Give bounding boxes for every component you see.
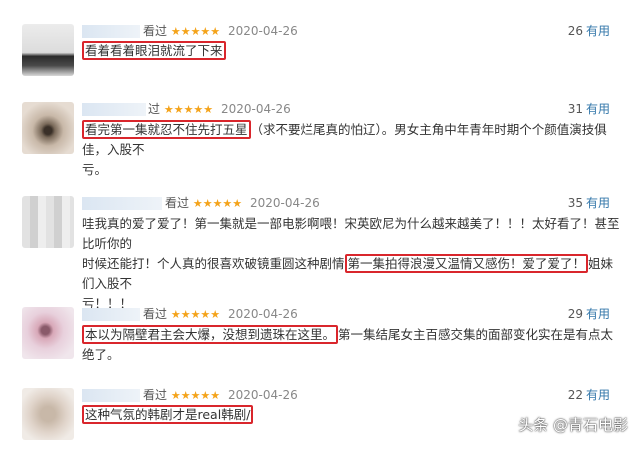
useful-count: 22	[567, 388, 583, 402]
username-blurred[interactable]	[82, 389, 140, 402]
username-blurred[interactable]	[82, 308, 140, 321]
review-text: 本以为隔壁君主会大爆，没想到遗珠在这里。 第一集结尾女主百感交集的面部变化实在是有…	[82, 325, 622, 365]
watermark-text: 头条 @青石电影	[518, 416, 628, 434]
review-text: 这种气氛的韩剧才是real韩剧/	[82, 405, 254, 425]
rating-stars: ★★★★★	[170, 308, 221, 321]
review-text-line2-pre: 时候还能打！个人真的很喜欢破镜重圆这种剧情	[82, 256, 345, 271]
review-meta: 看过 ★★★★★ 2020-04-26	[143, 307, 298, 322]
avatar[interactable]	[22, 307, 74, 359]
highlighted-quote: 看着看着眼泪就流了下来	[82, 41, 226, 60]
review-date: 2020-04-26	[220, 102, 291, 116]
username-blurred[interactable]	[82, 103, 146, 116]
review-date: 2020-04-26	[227, 307, 298, 321]
rating-stars: ★★★★★	[170, 389, 221, 402]
useful-button[interactable]: 有用	[586, 196, 610, 210]
useful-count: 35	[567, 196, 583, 210]
username-blurred[interactable]	[82, 197, 162, 210]
review-meta: 看过 ★★★★★ 2020-04-26	[143, 24, 298, 39]
avatar[interactable]	[22, 102, 74, 154]
seen-label: 看过	[143, 307, 168, 321]
review-text: 看着看着眼泪就流了下来	[82, 41, 226, 61]
highlighted-quote: 本以为隔壁君主会大爆，没想到遗珠在这里。	[82, 325, 339, 344]
seen-label: 过	[148, 102, 161, 116]
seen-label: 看过	[143, 388, 168, 402]
review-meta: 看过 ★★★★★ 2020-04-26	[165, 196, 320, 211]
review-meta: 过 ★★★★★ 2020-04-26	[148, 102, 291, 117]
useful-button[interactable]: 有用	[586, 307, 610, 321]
avatar[interactable]	[22, 388, 74, 440]
useful-vote: 31 有用	[568, 102, 610, 117]
highlighted-quote: 看完第一集就忍不住先打五星	[82, 120, 251, 139]
useful-vote: 22 有用	[568, 388, 610, 403]
avatar[interactable]	[22, 196, 74, 248]
useful-button[interactable]: 有用	[586, 102, 610, 116]
rating-stars: ★★★★★	[163, 103, 214, 116]
review-date: 2020-04-26	[249, 196, 320, 210]
review-date: 2020-04-26	[227, 24, 298, 38]
useful-vote: 35 有用	[568, 196, 610, 211]
review-text: 哇我真的爱了爱了！第一集就是一部电影啊喂！宋英欧尼为什么越来越美了！！！太好看了…	[82, 214, 622, 314]
useful-count: 31	[567, 102, 583, 116]
useful-vote: 29 有用	[568, 307, 610, 322]
username-blurred[interactable]	[82, 25, 140, 38]
useful-vote: 26 有用	[568, 24, 610, 39]
useful-count: 26	[567, 24, 583, 38]
review-text-line1: 哇我真的爱了爱了！第一集就是一部电影啊喂！宋英欧尼为什么越来越美了！！！太好看了…	[82, 216, 620, 251]
useful-button[interactable]: 有用	[586, 24, 610, 38]
useful-button[interactable]: 有用	[586, 388, 610, 402]
useful-count: 29	[567, 307, 583, 321]
seen-label: 看过	[165, 196, 190, 210]
rating-stars: ★★★★★	[170, 25, 221, 38]
seen-label: 看过	[143, 24, 168, 38]
avatar[interactable]	[22, 24, 74, 76]
rating-stars: ★★★★★	[192, 197, 243, 210]
review-text-line2: 亏。	[82, 162, 108, 177]
highlighted-quote: 这种气氛的韩剧才是real韩剧/	[82, 405, 254, 424]
review-meta: 看过 ★★★★★ 2020-04-26	[143, 388, 298, 403]
highlighted-quote: 第一集拍得浪漫又温情又感伤！爱了爱了！	[344, 254, 589, 273]
review-date: 2020-04-26	[227, 388, 298, 402]
review-text: 看完第一集就忍不住先打五星 （求不要烂尾真的怕辽）。男女主角中年青年时期个个颜值演…	[82, 120, 622, 180]
